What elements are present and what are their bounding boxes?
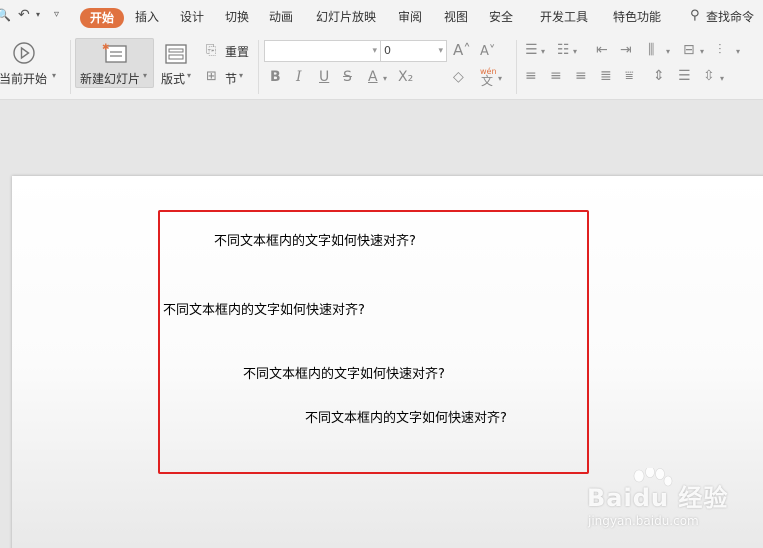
underline-icon[interactable]: U <box>319 69 329 85</box>
text-box-1[interactable]: 不同文本框内的文字如何快速对齐? <box>214 234 416 250</box>
line-spacing-icon[interactable]: ⇕ <box>653 68 665 84</box>
decrease-font-icon[interactable]: A˅ <box>480 44 495 60</box>
from-current-button[interactable]: 当前开始 <box>0 70 47 87</box>
align-left-icon[interactable]: ≡ <box>525 68 537 84</box>
svg-text:✱: ✱ <box>102 43 110 53</box>
align-right-icon[interactable]: ≡ <box>575 68 587 84</box>
font-size-combo[interactable]: 0 ▾ <box>380 40 447 62</box>
menu-item-design[interactable]: 设计 <box>180 9 204 25</box>
menu-item-view[interactable]: 视图 <box>444 9 468 25</box>
strikethrough-icon[interactable]: S <box>343 69 352 85</box>
subscript-icon[interactable]: X₂ <box>398 69 413 85</box>
decrease-indent-icon[interactable]: ⇤ <box>596 42 608 58</box>
new-slide-label: 新建幻灯片 <box>80 72 141 86</box>
undo-icon[interactable]: ↶ <box>18 7 30 23</box>
new-slide-dropdown-icon[interactable]: ▾ <box>143 71 147 80</box>
play-from-current-icon[interactable] <box>12 41 36 69</box>
align-text-dropdown-icon[interactable]: ▾ <box>700 44 704 60</box>
ribbon-toolbar: 当前开始 ▾ ✱ 新建幻灯片 ▾ 版式 ▾ ⎘ 重置 ⊞ 节 ▾ ▾ 0 ▾ A˄… <box>0 34 763 100</box>
align-center-icon[interactable]: ≡ <box>550 68 562 84</box>
command-search-icon[interactable]: ⚲ <box>690 8 700 23</box>
paragraph-spacing-icon[interactable]: ☰ <box>678 68 691 84</box>
align-text-icon[interactable]: ⊟ <box>683 42 695 58</box>
search-icon-partial[interactable]: 🔍 <box>0 8 11 22</box>
justify-icon[interactable]: ≣ <box>600 68 612 84</box>
convert-smartart-icon[interactable]: ⫶ <box>718 42 722 58</box>
menu-bar: 🔍 ↶ ▾ ▿ 开始 插入 设计 切换 动画 幻灯片放映 审阅 视图 安全 开发… <box>0 0 763 34</box>
menu-item-start[interactable]: 开始 <box>80 8 125 28</box>
text-direction-icon[interactable]: ⫼ <box>648 42 654 58</box>
font-color-dropdown-icon[interactable]: ▾ <box>383 71 387 87</box>
layout-icon[interactable] <box>165 44 187 68</box>
chevron-down-icon: ▾ <box>438 46 443 56</box>
menu-item-developer[interactable]: 开发工具 <box>540 9 588 25</box>
bullet-dropdown-icon[interactable]: ▾ <box>541 44 545 60</box>
increase-indent-icon[interactable]: ⇥ <box>620 42 632 58</box>
section-dropdown-icon[interactable]: ▾ <box>239 71 243 80</box>
menu-item-special[interactable]: 特色功能 <box>613 9 661 25</box>
layout-button[interactable]: 版式 <box>161 70 185 87</box>
new-slide-icon: ✱ <box>102 42 128 68</box>
ribbon-separator <box>516 40 517 94</box>
font-color-icon[interactable]: A <box>368 69 378 85</box>
font-name-combo[interactable]: ▾ <box>264 40 381 62</box>
increase-font-icon[interactable]: A˄ <box>453 42 471 58</box>
text-box-3[interactable]: 不同文本框内的文字如何快速对齐? <box>243 367 445 383</box>
phonetic-guide-icon[interactable]: 文 <box>481 73 493 89</box>
section-icon[interactable]: ⊞ <box>206 69 217 85</box>
italic-icon[interactable]: I <box>296 69 302 85</box>
menu-item-insert[interactable]: 插入 <box>135 9 159 25</box>
watermark-brand: Baidu 经验 <box>587 484 729 512</box>
reset-button[interactable]: 重置 <box>225 43 249 60</box>
numbered-list-icon[interactable]: ☷ <box>557 42 570 58</box>
customize-quick-access-icon[interactable]: ▿ <box>54 9 59 20</box>
paragraph-dropdown-icon[interactable]: ▾ <box>720 71 724 87</box>
font-size-value: 0 <box>384 44 391 57</box>
menu-item-transition[interactable]: 切换 <box>225 9 249 25</box>
section-button[interactable]: 节 <box>225 70 237 87</box>
menu-item-animation[interactable]: 动画 <box>269 9 293 25</box>
text-box-2[interactable]: 不同文本框内的文字如何快速对齐? <box>163 303 365 319</box>
watermark-url: jingyan.baidu.com <box>588 514 699 528</box>
command-search[interactable]: 查找命令 <box>706 9 754 25</box>
chevron-down-icon: ▾ <box>372 46 377 56</box>
ribbon-separator <box>258 40 259 94</box>
reset-icon[interactable]: ⎘ <box>206 43 216 59</box>
menu-item-slideshow[interactable]: 幻灯片放映 <box>316 9 376 25</box>
menu-item-security[interactable]: 安全 <box>489 9 513 25</box>
clear-format-icon[interactable]: ◇ <box>453 69 464 85</box>
bullet-list-icon[interactable]: ☰ <box>525 42 538 58</box>
paragraph-settings-icon[interactable]: ⇳ <box>703 68 715 84</box>
ribbon-separator <box>70 40 71 94</box>
numbered-dropdown-icon[interactable]: ▾ <box>573 44 577 60</box>
menu-item-review[interactable]: 审阅 <box>398 9 422 25</box>
smartart-dropdown-icon[interactable]: ▾ <box>736 44 740 60</box>
text-direction-dropdown-icon[interactable]: ▾ <box>666 44 670 60</box>
undo-dropdown-icon[interactable]: ▾ <box>36 10 40 19</box>
from-current-dropdown-icon[interactable]: ▾ <box>52 71 56 80</box>
layout-dropdown-icon[interactable]: ▾ <box>187 71 191 80</box>
text-box-4[interactable]: 不同文本框内的文字如何快速对齐? <box>305 411 507 427</box>
bold-icon[interactable]: B <box>270 69 281 85</box>
phonetic-dropdown-icon[interactable]: ▾ <box>498 71 502 87</box>
distributed-icon[interactable]: ⩸ <box>625 68 634 84</box>
